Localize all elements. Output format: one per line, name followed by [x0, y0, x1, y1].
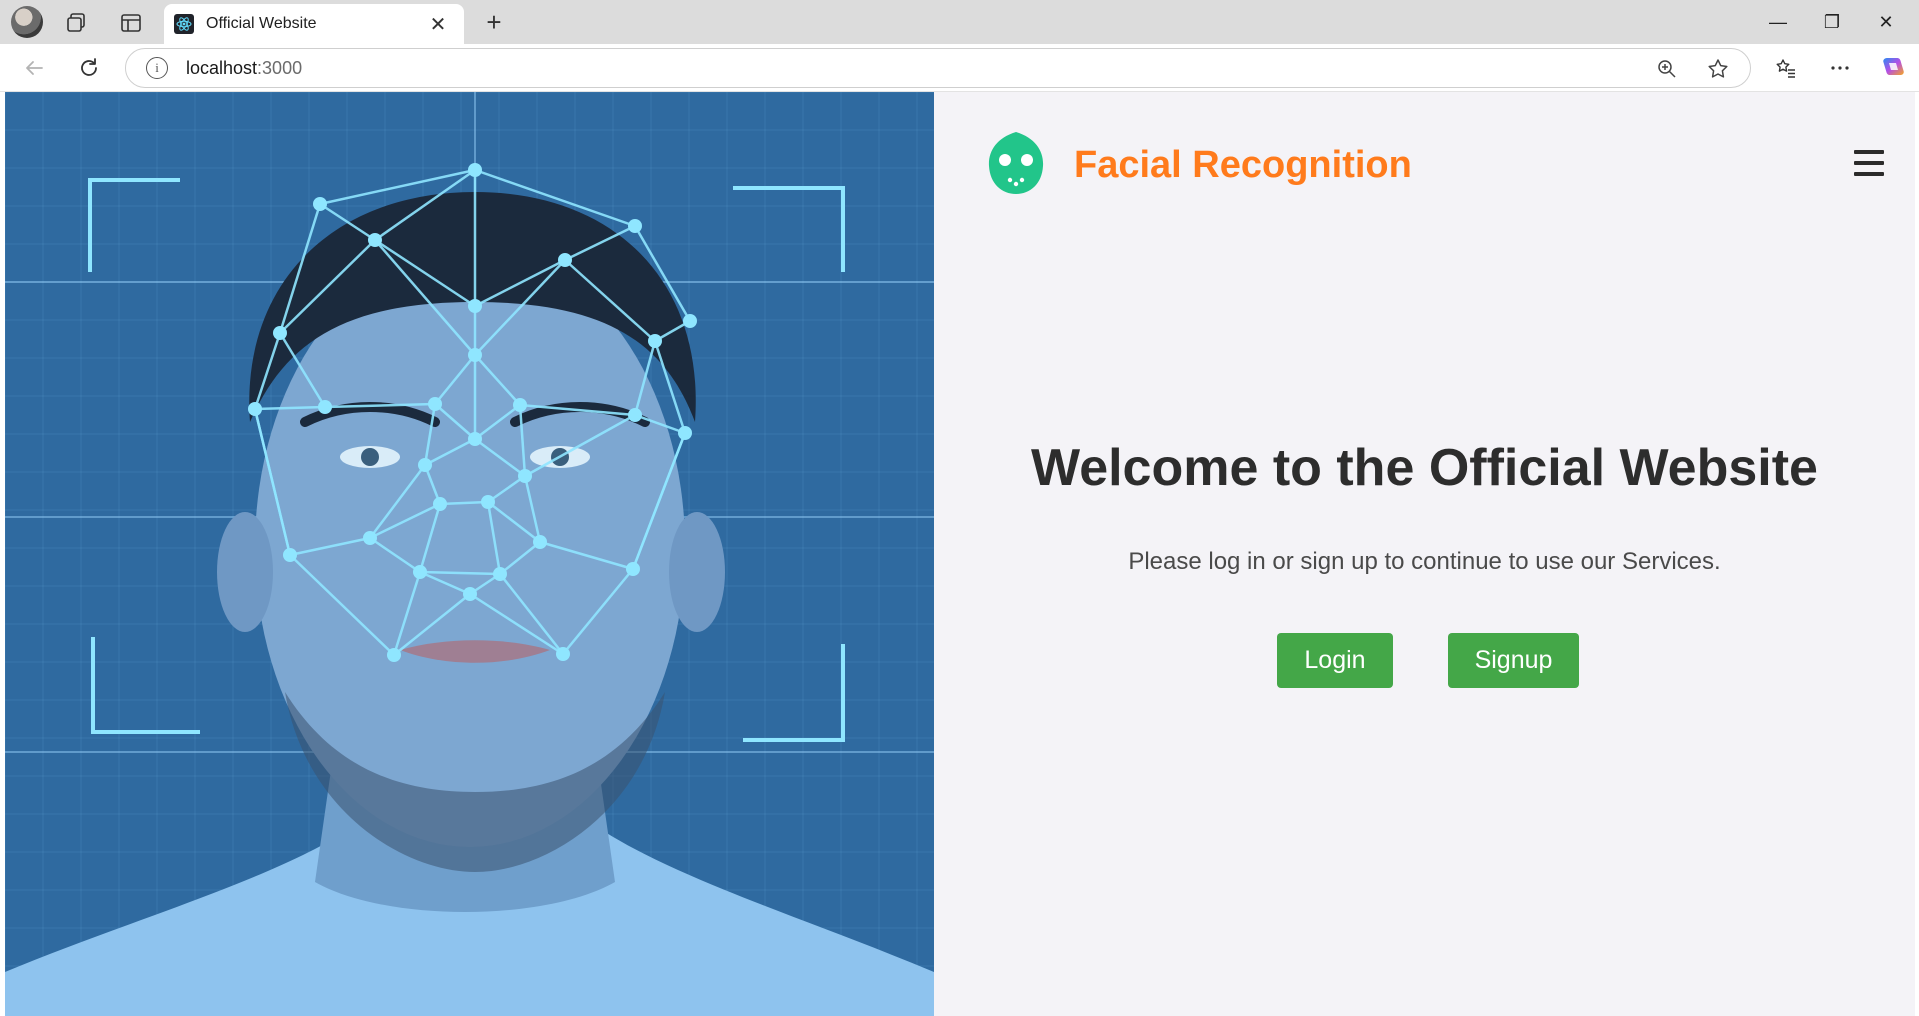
mesh-point	[273, 326, 287, 340]
mesh-point	[468, 348, 482, 362]
minimize-button[interactable]: —	[1751, 0, 1805, 44]
tab-title: Official Website	[206, 15, 317, 32]
browser-toolbar: i localhost:3000	[0, 44, 1919, 92]
right-panel: Facial Recognition Welcome to the Offici…	[934, 92, 1915, 1016]
zoom-icon[interactable]	[1655, 57, 1679, 81]
mesh-point	[628, 408, 642, 422]
react-favicon	[174, 14, 194, 34]
address-bar[interactable]: i localhost:3000	[125, 48, 1751, 88]
refresh-icon[interactable]	[73, 52, 105, 84]
tab-actions-icon[interactable]	[118, 10, 144, 36]
close-window-button[interactable]: ✕	[1859, 0, 1913, 44]
mesh-point	[468, 299, 482, 313]
favorite-star-icon[interactable]	[1706, 57, 1730, 81]
scan-bracket	[733, 186, 845, 272]
page-content: Facial Recognition Welcome to the Offici…	[5, 92, 1915, 1016]
tab-close-icon[interactable]: ✕	[426, 12, 450, 37]
mesh-point	[533, 535, 547, 549]
ear-shape	[217, 512, 273, 632]
mesh-point	[387, 648, 401, 662]
mesh-point	[628, 219, 642, 233]
workspaces-icon[interactable]	[64, 10, 90, 36]
back-arrow-icon[interactable]	[18, 52, 50, 84]
scan-bracket	[91, 637, 200, 734]
face-logo-icon	[988, 132, 1044, 194]
mesh-point	[513, 398, 527, 412]
scan-bracket	[743, 644, 845, 742]
mesh-point	[433, 497, 447, 511]
iris-shape	[361, 448, 379, 466]
site-info-icon[interactable]: i	[146, 57, 168, 79]
mesh-point	[683, 314, 697, 328]
more-icon[interactable]	[1824, 52, 1856, 84]
signup-button[interactable]: Signup	[1448, 633, 1579, 688]
mesh-point	[283, 548, 297, 562]
mesh-point	[418, 458, 432, 472]
mesh-point	[318, 400, 332, 414]
mesh-point	[481, 495, 495, 509]
mesh-point	[558, 253, 572, 267]
new-tab-button[interactable]: +	[478, 6, 510, 38]
mesh-point	[463, 587, 477, 601]
scan-bracket	[88, 178, 180, 272]
mesh-point	[363, 531, 377, 545]
active-tab[interactable]: Official Website ✕	[164, 4, 464, 44]
mesh-point	[648, 334, 662, 348]
mesh-point	[678, 426, 692, 440]
hero-face-scan-image	[5, 92, 934, 1016]
mesh-point	[313, 197, 327, 211]
brand-title[interactable]: Facial Recognition	[1074, 144, 1412, 187]
welcome-subtitle: Please log in or sign up to continue to …	[1128, 548, 1721, 575]
mesh-point	[368, 233, 382, 247]
profile-avatar[interactable]	[11, 6, 43, 38]
mesh-point	[556, 647, 570, 661]
mesh-point	[493, 567, 507, 581]
restore-button[interactable]: ❐	[1805, 0, 1859, 44]
mesh-point	[428, 397, 442, 411]
hamburger-menu-icon[interactable]	[1854, 150, 1884, 176]
mesh-point	[248, 402, 262, 416]
face-mesh-illustration	[5, 92, 934, 1016]
mesh-point	[468, 432, 482, 446]
welcome-heading: Welcome to the Official Website	[1031, 439, 1818, 497]
browser-tab-bar: Official Website ✕ + — ❐ ✕	[0, 0, 1919, 44]
mesh-point	[518, 469, 532, 483]
copilot-icon[interactable]	[1877, 52, 1909, 84]
mesh-point	[413, 565, 427, 579]
favorites-icon[interactable]	[1770, 52, 1802, 84]
mesh-point	[626, 562, 640, 576]
ear-shape	[669, 512, 725, 632]
login-button[interactable]: Login	[1277, 633, 1393, 688]
url-host: localhost	[186, 57, 258, 78]
url-port: :3000	[257, 57, 303, 78]
mesh-point	[468, 163, 482, 177]
